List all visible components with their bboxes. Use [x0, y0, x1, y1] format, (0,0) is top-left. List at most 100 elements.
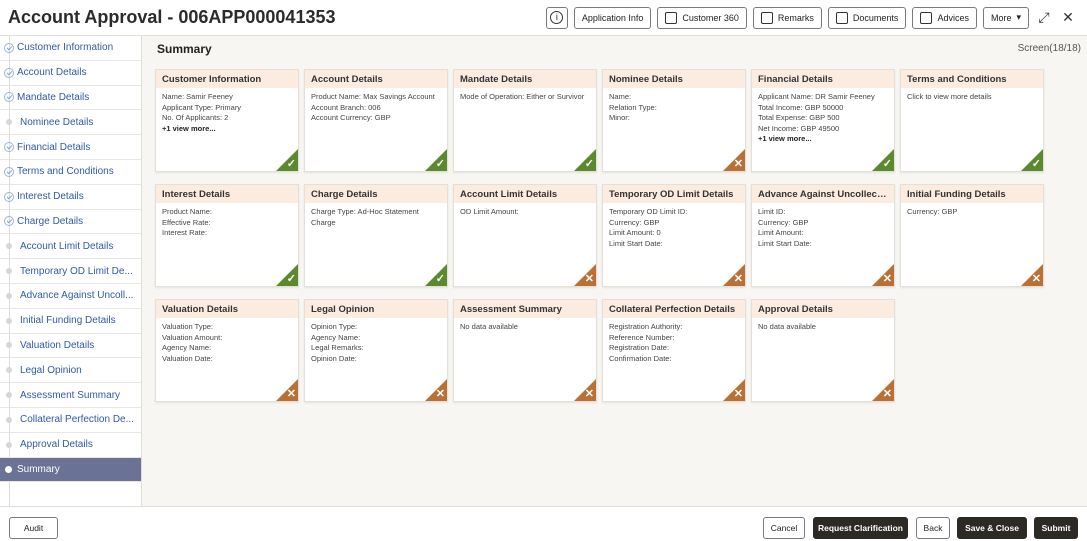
submit-button[interactable]: Submit [1034, 517, 1078, 539]
cross-icon: ✕ [584, 388, 594, 400]
card-body: Click to view more details [901, 88, 1043, 107]
card-field: Applicant Type: Primary [162, 102, 242, 112]
cross-icon: ✕ [733, 273, 743, 285]
comment-icon [760, 11, 773, 24]
step-dot-icon [6, 367, 12, 374]
card-field: Applicant Name: DR Samir Feeney [758, 92, 875, 101]
card-field: Currency: GBP [758, 217, 809, 227]
save-close-button[interactable]: Save & Close [957, 517, 1027, 539]
summary-card[interactable]: Interest Details Product Name: Effective R… [155, 184, 299, 287]
summary-card[interactable]: Account Details Product Name: Max Savings… [304, 69, 448, 172]
sidebar-item[interactable]: Financial Details [0, 135, 141, 160]
card-field: Mode of Operation: Either or Survivor [460, 92, 585, 101]
sidebar-item[interactable]: Interest Details [0, 185, 141, 210]
sidebar-item[interactable]: Terms and Conditions [0, 160, 141, 185]
more-dropdown[interactable]: More ▾ [982, 6, 1029, 29]
summary-card[interactable]: Nominee Details Name: Relation Type: Minor:… [602, 69, 746, 172]
summary-card[interactable]: Mandate Details Mode of Operation: Either… [453, 69, 597, 172]
summary-card[interactable]: Approval Details No data available ✕ [751, 299, 895, 402]
card-body: Valuation Type: Valuation Amount: Agency N… [156, 318, 298, 368]
sidebar-item[interactable]: Mandate Details [0, 86, 141, 111]
info-icon: i [550, 11, 564, 24]
completed-step-icon [4, 142, 14, 153]
sidebar-item[interactable]: Account Details [0, 61, 141, 86]
summary-card[interactable]: Assessment Summary No data available ✕ [453, 299, 597, 402]
sidebar-item-label: Legal Opinion [20, 364, 82, 376]
request-clarification-button[interactable]: Request Clarification [813, 517, 908, 539]
summary-card[interactable]: Charge Details Charge Type: Ad-Hoc Statem… [304, 184, 448, 287]
summary-card[interactable]: Financial Details Applicant Name: DR Sami… [751, 69, 895, 172]
card-field: Net Income: GBP 49500 [758, 123, 840, 133]
step-dot-icon [6, 268, 12, 275]
sidebar-item[interactable]: Summary [0, 457, 141, 483]
advices-button[interactable]: Advices [912, 6, 977, 29]
card-field: Registration Date: [609, 343, 670, 352]
cancel-button[interactable]: Cancel [763, 517, 805, 539]
card-field: Agency Name: [311, 332, 361, 342]
sidebar-item[interactable]: Customer Information [0, 36, 141, 61]
completed-step-icon [4, 42, 14, 53]
summary-card[interactable]: Valuation Details Valuation Type: Valuatio… [155, 299, 299, 402]
application-info-button[interactable]: Application Info [573, 6, 652, 29]
sidebar-item[interactable]: Advance Against Uncoll... [0, 284, 141, 309]
documents-button[interactable]: Documents [827, 6, 907, 29]
completed-step-icon [4, 191, 14, 202]
remarks-button[interactable]: Remarks [752, 6, 822, 29]
step-dot-icon [6, 243, 12, 250]
card-field: Agency Name: [162, 343, 212, 352]
sidebar-item[interactable]: Temporary OD Limit De... [0, 259, 141, 284]
header-bar: Account Approval - 006APP000041353 i App… [0, 0, 1087, 36]
card-body: Name: Samir Feeney Applicant Type: Primar… [156, 88, 298, 138]
sidebar-item[interactable]: Legal Opinion [0, 358, 141, 384]
card-title: Legal Opinion [305, 300, 447, 318]
cross-icon: ✕ [733, 388, 743, 400]
card-field: Account Currency: GBP [311, 113, 391, 122]
card-field: Reference Number: [609, 332, 675, 342]
card-title: Valuation Details [156, 300, 298, 318]
sidebar-item[interactable]: Collateral Perfection De... [0, 408, 141, 433]
sidebar-item[interactable]: Charge Details [0, 210, 141, 235]
summary-card[interactable]: Temporary OD Limit Details Temporary OD L… [602, 184, 746, 287]
card-body: Temporary OD Limit ID: Currency: GBP Limit… [603, 203, 745, 253]
expand-icon[interactable]: ⤢ [1035, 9, 1053, 26]
summary-card[interactable]: Customer Information Name: Samir Feeney Ap… [155, 69, 299, 172]
close-icon[interactable]: ✕ [1059, 9, 1077, 26]
back-button[interactable]: Back [916, 517, 950, 539]
audit-button[interactable]: Audit [9, 517, 58, 539]
view-more-link[interactable]: +1 view more... [758, 134, 888, 145]
card-field: OD Limit Amount: [460, 207, 519, 216]
sidebar-item[interactable]: Approval Details [0, 433, 141, 458]
card-field: Valuation Date: [162, 353, 213, 363]
card-field: Temporary OD Limit ID: [609, 207, 688, 216]
footer-bar: Audit Cancel Request Clarification Back … [0, 506, 1087, 541]
summary-card[interactable]: Legal Opinion Opinion Type: Agency Name: Le… [304, 299, 448, 402]
check-icon: ✓ [882, 158, 892, 170]
sidebar-item[interactable]: Account Limit Details [0, 234, 141, 260]
customer-360-button[interactable]: Customer 360 [657, 6, 747, 29]
sidebar-item[interactable]: Valuation Details [0, 334, 141, 359]
sidebar-item[interactable]: Initial Funding Details [0, 309, 141, 334]
step-dot-icon [6, 119, 12, 126]
card-body: No data available [454, 318, 596, 337]
summary-card[interactable]: Initial Funding Details Currency: GBP ✕ [900, 184, 1044, 287]
info-button[interactable]: i [545, 6, 568, 29]
sidebar-list: Customer Information Account Details Manda… [0, 36, 141, 483]
sidebar-item[interactable]: Nominee Details [0, 110, 141, 136]
summary-card[interactable]: Collateral Perfection Details Registratio… [602, 299, 746, 402]
check-icon: ✓ [435, 158, 445, 170]
summary-card[interactable]: Terms and Conditions Click to view more d… [900, 69, 1044, 172]
card-field: Name: Samir Feeney [162, 92, 233, 101]
sidebar-item-label: Advance Against Uncoll... [20, 290, 134, 302]
step-dot-icon [5, 465, 12, 473]
check-icon: ✓ [286, 158, 296, 170]
view-more-link[interactable]: +1 view more... [162, 124, 292, 135]
cross-icon: ✕ [882, 388, 892, 400]
sidebar-item[interactable]: Assessment Summary [0, 383, 141, 408]
card-field: Opinion Date: [311, 353, 357, 363]
sidebar-item-label: Interest Details [17, 191, 84, 203]
check-icon: ✓ [1031, 158, 1041, 170]
summary-card[interactable]: Advance Against Uncollecte... Limit ID: Cu… [751, 184, 895, 287]
card-title: Financial Details [752, 70, 894, 88]
sidebar-item-label: Nominee Details [20, 116, 94, 128]
summary-card[interactable]: Account Limit Details OD Limit Amount: ✕ [453, 184, 597, 287]
